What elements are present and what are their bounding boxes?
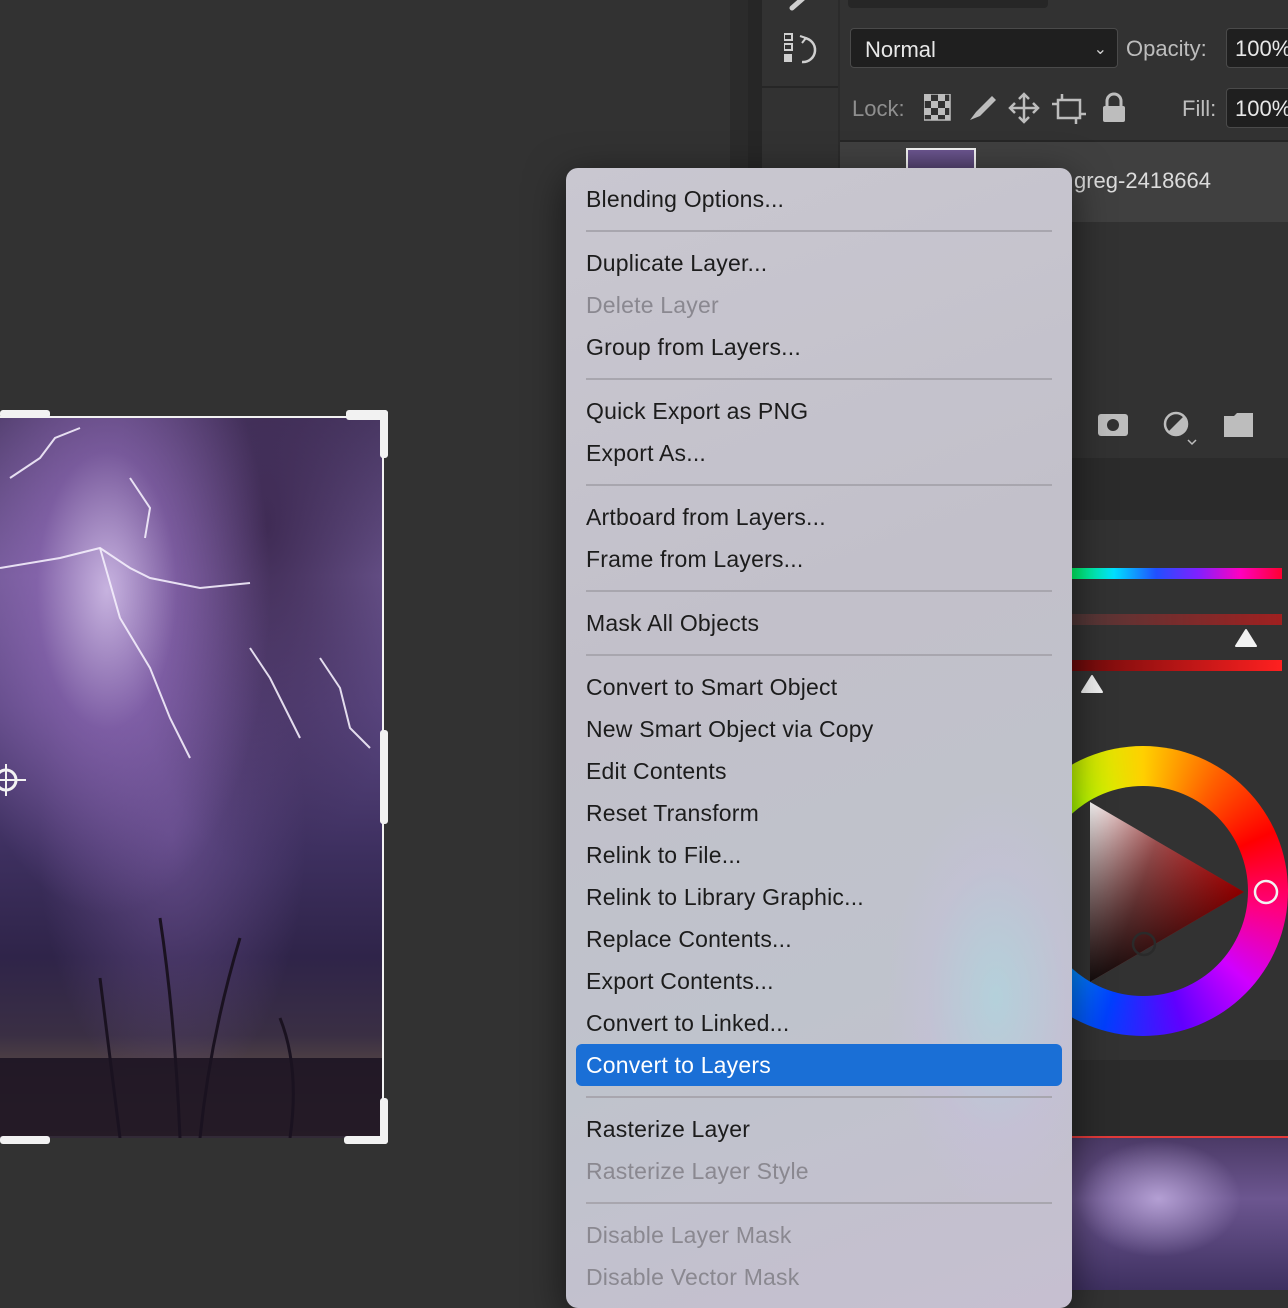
fill-input[interactable]: 100% <box>1226 88 1288 128</box>
menu-separator <box>586 654 1052 656</box>
hue-slider-track[interactable] <box>1072 568 1282 579</box>
new-group-folder-icon[interactable] <box>1224 412 1254 443</box>
transform-handle-bottom-left[interactable] <box>0 1136 50 1144</box>
menu-separator <box>586 1096 1052 1098</box>
chevron-down-icon: ⌄ <box>1093 41 1107 58</box>
lock-label: Lock: <box>852 96 905 121</box>
transform-handle-bottom-right-side[interactable] <box>380 1098 388 1144</box>
menu-item-disable-vector-mask: Disable Vector Mask <box>586 1264 800 1290</box>
menu-item-group-from-layers[interactable]: Group from Layers... <box>576 326 1062 368</box>
lock-position-icon[interactable] <box>1008 92 1040 129</box>
menu-separator <box>586 378 1052 380</box>
opacity-input[interactable]: 100% <box>1226 28 1288 68</box>
menu-item-export-contents[interactable]: Export Contents... <box>576 960 1062 1002</box>
menu-item-relink-to-library-graphic[interactable]: Relink to Library Graphic... <box>576 876 1062 918</box>
menu-separator <box>586 1202 1052 1204</box>
menu-item-replace-contents[interactable]: Replace Contents... <box>576 918 1062 960</box>
filter-field[interactable] <box>848 0 1048 8</box>
color-wheel[interactable] <box>1072 746 1288 1038</box>
menu-item-disable-layer-mask: Disable Layer Mask <box>586 1222 792 1248</box>
menu-item-blending-options[interactable]: Blending Options... <box>576 178 1062 220</box>
layer-context-menu: Blending Options... Duplicate Layer... D… <box>566 168 1072 1308</box>
blend-mode-value: Normal <box>865 37 936 62</box>
history-icon[interactable] <box>783 32 820 68</box>
menu-item-edit-contents[interactable]: Edit Contents <box>576 750 1062 792</box>
menu-item-artboard-from-layers[interactable]: Artboard from Layers... <box>576 496 1062 538</box>
strip-divider <box>762 86 838 88</box>
menu-item-export-as[interactable]: Export As... <box>576 432 1062 474</box>
saturation-slider-knob[interactable] <box>1234 628 1258 655</box>
menu-item-new-smart-object-via-copy[interactable]: New Smart Object via Copy <box>576 708 1062 750</box>
menu-item-relink-to-file[interactable]: Relink to File... <box>576 834 1062 876</box>
menu-item-convert-to-linked[interactable]: Convert to Linked... <box>576 1002 1062 1044</box>
lock-image-pixels-icon[interactable] <box>966 92 998 129</box>
saturation-slider-track[interactable] <box>1072 614 1282 625</box>
transform-handle-right-middle[interactable] <box>380 730 388 824</box>
menu-separator <box>586 230 1052 232</box>
menu-item-delete-layer: Delete Layer <box>586 292 719 318</box>
brightness-slider-knob[interactable] <box>1080 674 1104 701</box>
lock-artboard-icon[interactable] <box>1052 92 1086 129</box>
menu-item-mask-all-objects[interactable]: Mask All Objects <box>576 602 1062 644</box>
color-panel-tabs <box>1072 458 1288 520</box>
lock-transparent-pixels-icon[interactable] <box>923 93 952 127</box>
menu-separator <box>586 484 1052 486</box>
reference-point-icon[interactable] <box>0 760 26 800</box>
fill-label: Fill: <box>1182 96 1217 121</box>
menu-item-quick-export-png[interactable]: Quick Export as PNG <box>576 390 1062 432</box>
menu-item-convert-to-smart-object[interactable]: Convert to Smart Object <box>576 666 1062 708</box>
menu-item-duplicate-layer[interactable]: Duplicate Layer... <box>576 242 1062 284</box>
layer-name[interactable]: greg-2418664 <box>1074 168 1211 194</box>
brightness-slider-track[interactable] <box>1072 660 1282 671</box>
blend-mode-select[interactable]: Normal ⌄ <box>850 28 1118 68</box>
menu-item-reset-transform[interactable]: Reset Transform <box>576 792 1062 834</box>
add-mask-icon[interactable] <box>1098 412 1130 443</box>
lightning-image <box>0 427 382 1138</box>
adjustment-layer-icon[interactable] <box>1162 410 1198 451</box>
lock-all-icon[interactable] <box>1100 92 1128 129</box>
menu-item-rasterize-layer-style: Rasterize Layer Style <box>586 1158 809 1184</box>
menu-separator <box>586 590 1052 592</box>
transform-handle-top-left[interactable] <box>0 410 50 418</box>
opacity-label: Opacity: <box>1126 36 1207 61</box>
navigator-tabs <box>1072 1060 1288 1136</box>
transform-handle-top-right-side[interactable] <box>380 410 388 458</box>
brush-icon[interactable] <box>786 0 814 14</box>
menu-item-frame-from-layers[interactable]: Frame from Layers... <box>576 538 1062 580</box>
menu-item-rasterize-layer[interactable]: Rasterize Layer <box>576 1108 1062 1150</box>
menu-item-convert-to-layers[interactable]: Convert to Layers <box>576 1044 1062 1086</box>
navigator-preview <box>1072 1136 1288 1290</box>
canvas-image[interactable] <box>0 416 384 1138</box>
